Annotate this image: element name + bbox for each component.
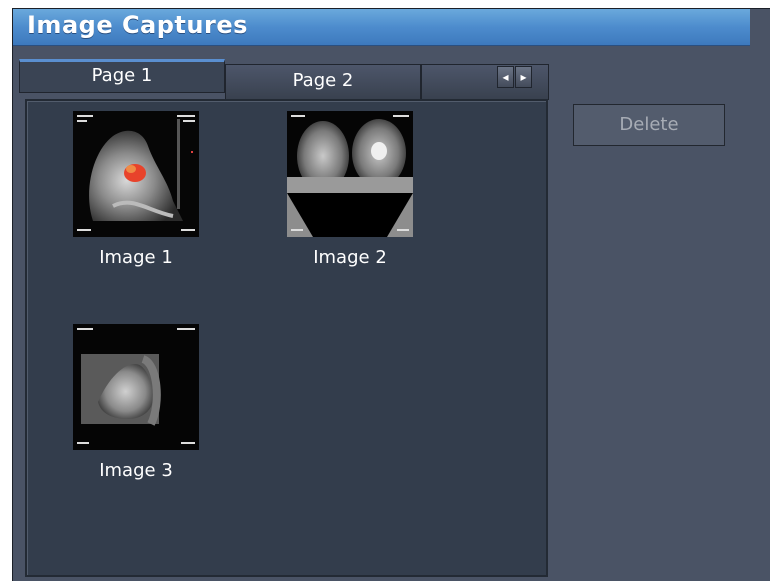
tab-scroll-left-button[interactable]: ◂ [497,66,514,88]
tab-scroll-right-button[interactable]: ▸ [515,66,532,88]
chevron-left-icon: ◂ [502,70,509,84]
image-1-thumbnail[interactable] [73,111,199,237]
thumbnail-panel: Image 1 Image 2 Image 3 [25,99,548,577]
mri-scan-3-graphic [73,324,199,450]
mri-scan-2-graphic [287,111,413,237]
image-2-thumbnail[interactable] [287,111,413,237]
title-bar: Image Captures [13,9,750,46]
image-1-label: Image 1 [99,247,173,268]
image-3-label: Image 3 [99,460,173,481]
delete-button[interactable]: Delete [573,104,725,146]
tab-page-1[interactable]: Page 1 [19,59,225,93]
image-3-thumbnail[interactable] [73,324,199,450]
chevron-right-icon: ▸ [520,70,527,84]
window-title: Image Captures [27,11,248,39]
image-captures-window: Image Captures Page 1 Page 2 ◂ ▸ Image 1… [12,8,770,581]
tab-page-2[interactable]: Page 2 [225,64,421,100]
mri-scan-1-graphic [73,111,199,237]
image-2-label: Image 2 [313,247,387,268]
